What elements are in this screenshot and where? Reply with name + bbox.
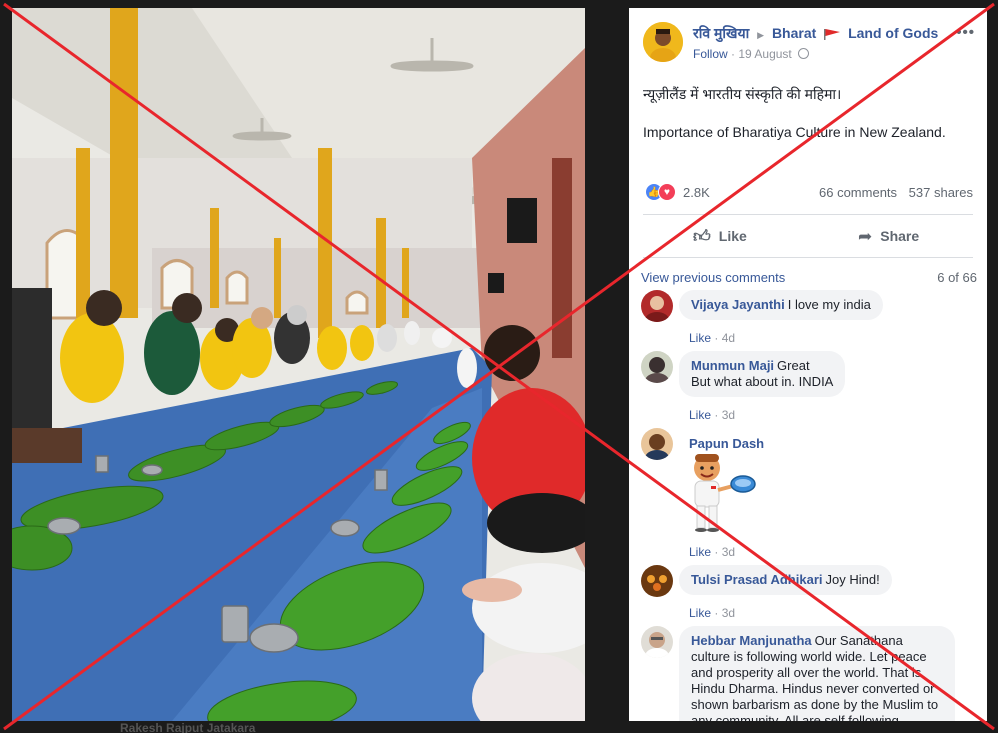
action-bar: 👍︎ Like ➦ Share bbox=[643, 214, 973, 258]
comment-bubble: Tulsi Prasad Adhikari Joy Hind! bbox=[679, 565, 892, 595]
thumbs-up-icon: 👍︎ bbox=[693, 227, 711, 246]
comment-like-link[interactable]: Like bbox=[689, 331, 711, 345]
arrow-right-icon: ▶ bbox=[757, 30, 765, 40]
comment-time[interactable]: 3d bbox=[722, 606, 735, 620]
commenter-name[interactable]: Vijaya Jayanthi bbox=[691, 297, 785, 312]
shares-count[interactable]: 537 shares bbox=[909, 185, 973, 200]
love-reaction-icon: ♥ bbox=[658, 183, 676, 201]
comment-actions: Like · 3d bbox=[689, 545, 735, 559]
globe-icon bbox=[798, 48, 810, 59]
comment-separator: · bbox=[714, 408, 722, 422]
share-icon: ➦ bbox=[858, 227, 873, 246]
comment-time[interactable]: 3d bbox=[722, 408, 735, 422]
comment-text: Joy Hind! bbox=[825, 572, 880, 587]
post-side-panel: रवि मुखिया ▶ Bharat Land of Gods Follow … bbox=[629, 8, 987, 721]
post-photo[interactable] bbox=[12, 8, 585, 721]
commenter-name[interactable]: Hebbar Manjunatha bbox=[691, 633, 812, 648]
comment-like-link[interactable]: Like bbox=[689, 545, 711, 559]
post-text-english: Importance of Bharatiya Culture in New Z… bbox=[643, 124, 946, 140]
post-text-hindi: न्यूज़ीलैंड में भारतीय संस्कृति की महिमा… bbox=[643, 86, 842, 102]
comments-pagination: 6 of 66 bbox=[937, 270, 977, 285]
share-label: Share bbox=[880, 228, 920, 244]
share-button[interactable]: ➦ Share bbox=[858, 215, 919, 257]
commenter-avatar[interactable] bbox=[641, 290, 673, 322]
author-avatar[interactable] bbox=[643, 22, 683, 62]
comment-text: Great bbox=[777, 358, 810, 373]
follow-link[interactable]: Follow bbox=[693, 47, 728, 61]
comment-text-line-2: But what about in. INDIA bbox=[691, 374, 834, 389]
reaction-count[interactable]: 2.8K bbox=[683, 185, 710, 200]
reactions-bar: 👍 ♥ 2.8K 66 comments 537 shares bbox=[643, 182, 973, 204]
comment-bubble: Vijaya Jayanthi I love my india bbox=[679, 290, 883, 320]
comment-actions: Like · 3d bbox=[689, 606, 735, 620]
post-meta: Follow · 19 August bbox=[693, 47, 810, 61]
more-options-icon[interactable]: ••• bbox=[956, 24, 975, 41]
commenter-name[interactable]: Papun Dash bbox=[689, 436, 764, 451]
flag-icon bbox=[824, 28, 841, 40]
group-name[interactable]: Bharat bbox=[772, 25, 816, 41]
comment-like-link[interactable]: Like bbox=[689, 408, 711, 422]
group-suffix[interactable]: Land of Gods bbox=[848, 25, 938, 41]
commenter-avatar[interactable] bbox=[641, 428, 673, 460]
commenter-name[interactable]: Munmun Maji bbox=[691, 358, 774, 373]
like-label: Like bbox=[718, 228, 747, 244]
post-body: न्यूज़ीलैंड में भारतीय संस्कृति की महिमा… bbox=[643, 84, 973, 160]
commenter-name[interactable]: Tulsi Prasad Adhikari bbox=[691, 572, 823, 587]
comment-time[interactable]: 3d bbox=[722, 545, 735, 559]
commenter-avatar[interactable] bbox=[641, 626, 673, 658]
comments-header: View previous comments 6 of 66 bbox=[641, 270, 977, 285]
comment-like-link[interactable]: Like bbox=[689, 606, 711, 620]
comment-text: I love my india bbox=[787, 297, 871, 312]
post-header: रवि मुखिया ▶ Bharat Land of Gods Follow … bbox=[643, 20, 979, 68]
comment-bubble: Munmun Maji Great But what about in. INDI… bbox=[679, 351, 846, 397]
comment-separator: · bbox=[714, 331, 722, 345]
commenter-name-wrap: Papun Dash bbox=[689, 436, 764, 451]
sticker-image[interactable] bbox=[685, 450, 757, 532]
comments-count[interactable]: 66 comments bbox=[819, 185, 897, 200]
like-button[interactable]: 👍︎ Like bbox=[693, 215, 747, 257]
comment-actions: Like · 4d bbox=[689, 331, 735, 345]
engagement-counts: 66 comments 537 shares bbox=[811, 185, 973, 200]
dining-hall-photo bbox=[12, 8, 585, 721]
post-date[interactable]: 19 August bbox=[738, 47, 791, 61]
author-name[interactable]: रवि मुखिया bbox=[693, 25, 749, 41]
comment-time[interactable]: 4d bbox=[722, 331, 735, 345]
below-caption: Rakesh Rajput Jatakara bbox=[120, 721, 256, 733]
comment-bubble: Hebbar Manjunatha Our Sanathana culture i… bbox=[679, 626, 955, 721]
comment-separator: · bbox=[714, 545, 722, 559]
author-line: रवि मुखिया ▶ Bharat Land of Gods bbox=[693, 24, 938, 43]
comment-separator: · bbox=[714, 606, 722, 620]
comment-actions: Like · 3d bbox=[689, 408, 735, 422]
commenter-avatar[interactable] bbox=[641, 351, 673, 383]
view-previous-comments-link[interactable]: View previous comments bbox=[641, 270, 785, 285]
commenter-avatar[interactable] bbox=[641, 565, 673, 597]
